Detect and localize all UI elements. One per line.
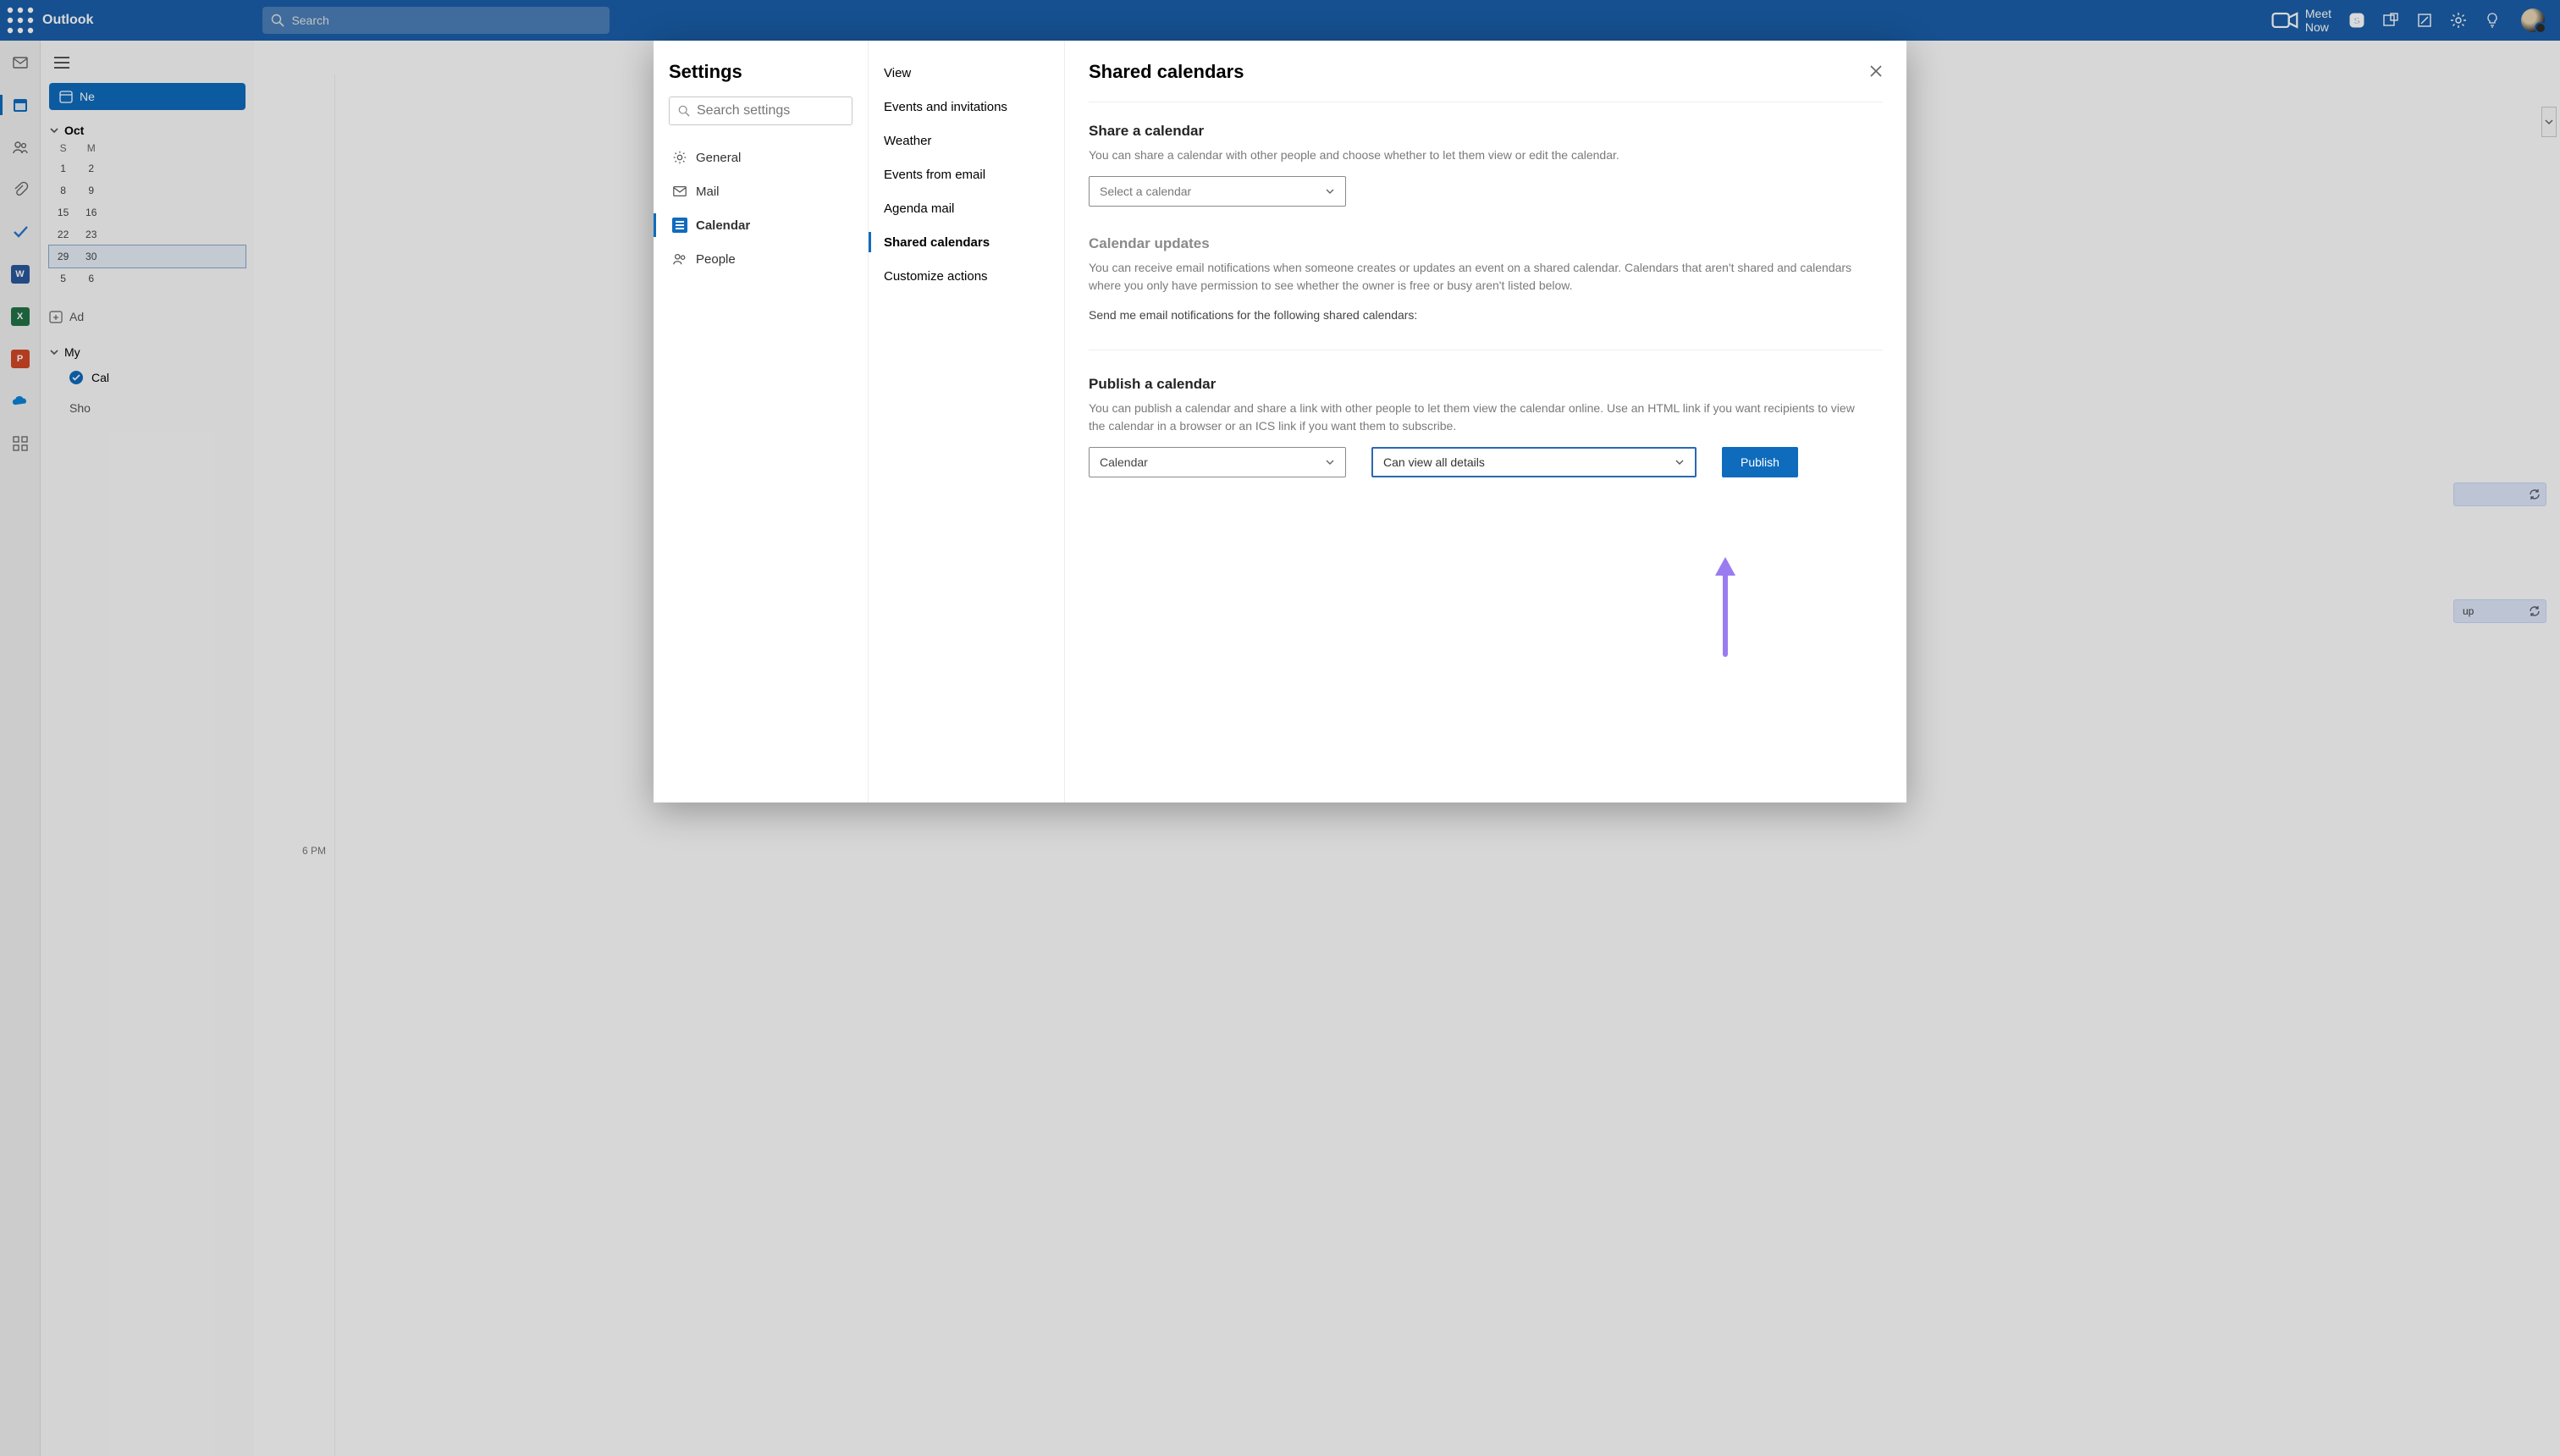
publish-permission-value: Can view all details — [1383, 455, 1485, 469]
settings-left-nav: Settings Search settings General Mail Ca… — [654, 41, 869, 802]
arrow-up-icon — [1708, 557, 1742, 659]
gear-icon — [672, 150, 687, 165]
subnav-shared-calendars[interactable]: Shared calendars — [869, 225, 1064, 259]
search-icon — [678, 105, 690, 117]
close-button[interactable] — [1864, 59, 1888, 83]
annotation-arrow — [1708, 557, 1742, 663]
publish-heading: Publish a calendar — [1089, 376, 1883, 393]
settings-main-panel: Shared calendars Share a calendar You ca… — [1065, 41, 1906, 802]
settings-search-placeholder: Search settings — [697, 103, 790, 119]
calendar-icon — [672, 218, 687, 233]
mail-icon — [672, 184, 687, 199]
share-calendar-select[interactable]: Select a calendar — [1089, 176, 1346, 207]
page-title: Shared calendars — [1089, 61, 1883, 102]
settings-title: Settings — [669, 61, 852, 83]
people-icon — [672, 251, 687, 267]
settings-nav-general[interactable]: General — [669, 141, 852, 174]
subnav-view[interactable]: View — [869, 56, 1064, 90]
settings-nav-mail[interactable]: Mail — [669, 174, 852, 208]
share-select-placeholder: Select a calendar — [1100, 185, 1191, 198]
updates-send-me: Send me email notifications for the foll… — [1089, 306, 1868, 324]
publish-button[interactable]: Publish — [1722, 447, 1798, 477]
subnav-events-invitations[interactable]: Events and invitations — [869, 90, 1064, 124]
chevron-down-icon — [1325, 457, 1335, 467]
publish-calendar-select[interactable]: Calendar — [1089, 447, 1346, 477]
settings-modal: Settings Search settings General Mail Ca… — [654, 41, 1906, 802]
subnav-weather[interactable]: Weather — [869, 124, 1064, 157]
settings-nav-people[interactable]: People — [669, 242, 852, 276]
chevron-down-icon — [1325, 186, 1335, 196]
close-icon — [1869, 64, 1883, 78]
publish-calendar-value: Calendar — [1100, 455, 1148, 469]
publish-controls-row: Calendar Can view all details Publish — [1089, 447, 1883, 477]
updates-heading: Calendar updates — [1089, 235, 1883, 252]
publish-description: You can publish a calendar and share a l… — [1089, 400, 1868, 435]
settings-nav-calendar[interactable]: Calendar — [669, 208, 852, 242]
chevron-down-icon — [1674, 457, 1685, 467]
updates-description: You can receive email notifications when… — [1089, 259, 1868, 295]
publish-permission-select[interactable]: Can view all details — [1371, 447, 1697, 477]
share-heading: Share a calendar — [1089, 123, 1883, 140]
settings-sub-nav: View Events and invitations Weather Even… — [869, 41, 1065, 802]
settings-search-input[interactable]: Search settings — [669, 97, 852, 125]
subnav-events-from-email[interactable]: Events from email — [869, 157, 1064, 191]
subnav-customize-actions[interactable]: Customize actions — [869, 259, 1064, 293]
share-description: You can share a calendar with other peop… — [1089, 146, 1868, 164]
subnav-agenda-mail[interactable]: Agenda mail — [869, 191, 1064, 225]
